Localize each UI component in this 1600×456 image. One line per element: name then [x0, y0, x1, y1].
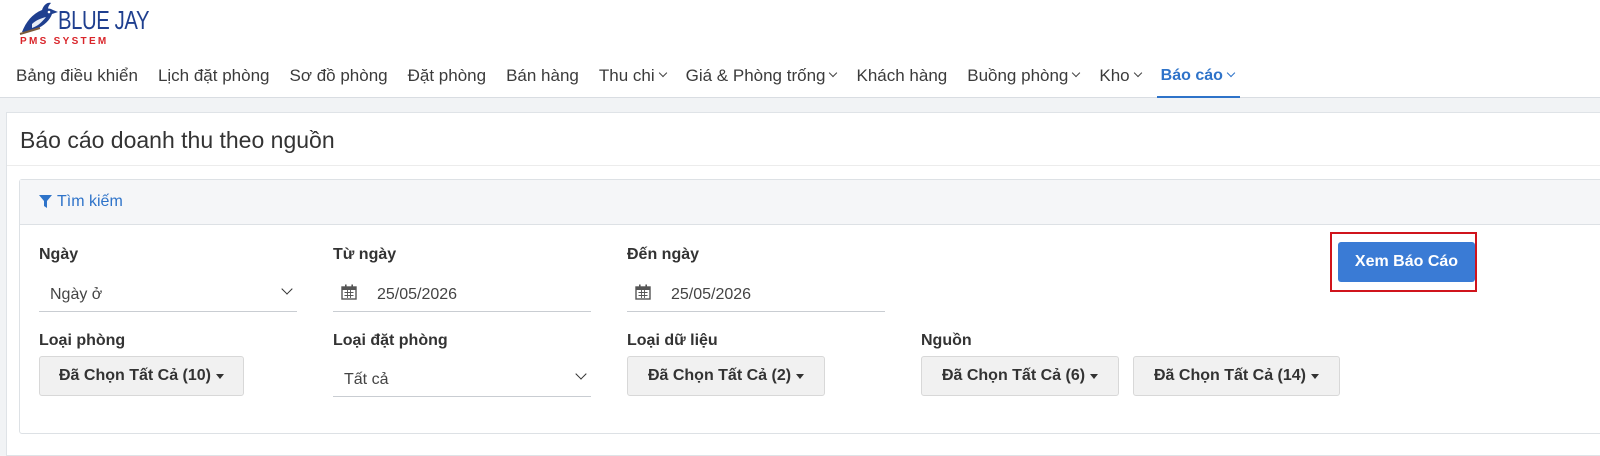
nav-item-rates-availability[interactable]: Giá & Phòng trống — [685, 56, 838, 96]
nav-item-reports[interactable]: Báo cáo — [1156, 56, 1241, 98]
source-label: Nguồn — [921, 332, 972, 349]
from-date-value: 25/05/2026 — [377, 286, 458, 303]
nav-label: Thu chi — [598, 66, 655, 85]
nav-label: Bán hàng — [506, 66, 579, 85]
chevron-down-icon — [829, 68, 838, 78]
nav-label: Sơ đồ phòng — [289, 66, 388, 85]
page-title: Báo cáo doanh thu theo nguồn — [20, 127, 335, 153]
chevron-down-icon — [658, 68, 667, 78]
calendar-icon — [635, 284, 651, 300]
nav-label: Giá & Phòng trống — [685, 66, 826, 85]
nav-item-dashboard[interactable]: Bảng điều khiển — [16, 56, 138, 96]
nav-label: Buồng phòng — [967, 66, 1069, 85]
from-date-input[interactable]: 25/05/2026 — [333, 276, 591, 312]
caret-down-icon — [1090, 373, 1099, 379]
search-panel: Tìm kiếm Ngày Ngày ở Từ ngày 25/05/2026 … — [19, 179, 1600, 434]
chevron-down-icon — [1226, 68, 1236, 78]
from-date-label: Từ ngày — [333, 246, 397, 263]
booking-type-label: Loại đặt phòng — [333, 332, 448, 349]
divider — [7, 165, 1600, 166]
chevron-down-icon — [575, 368, 587, 380]
data-type-multiselect[interactable]: Đã Chọn Tất Cả (2) — [627, 356, 825, 396]
search-panel-title: Tìm kiếm — [57, 193, 123, 210]
nav-label: Khách hàng — [856, 66, 948, 85]
to-date-label: Đến ngày — [627, 246, 700, 263]
logo[interactable]: BLUE JAY PMS SYSTEM — [18, 2, 150, 48]
booking-type-select[interactable]: Tất cả — [333, 361, 591, 397]
nav-label: Báo cáo — [1160, 67, 1223, 84]
date-type-label: Ngày — [39, 246, 79, 263]
to-date-value: 25/05/2026 — [671, 286, 752, 303]
main-nav: Bảng điều khiển Lịch đặt phòng Sơ đồ phò… — [16, 56, 1254, 98]
chevron-down-icon — [1133, 68, 1142, 78]
room-type-value: Đã Chọn Tất Cả (10) — [58, 367, 211, 384]
chevron-down-icon — [281, 283, 293, 295]
chevron-down-icon — [1072, 68, 1081, 78]
room-type-multiselect[interactable]: Đã Chọn Tất Cả (10) — [39, 356, 244, 396]
nav-label: Đặt phòng — [407, 66, 487, 85]
search-panel-header[interactable]: Tìm kiếm — [20, 180, 1600, 225]
nav-label: Lịch đặt phòng — [157, 66, 270, 85]
date-type-select[interactable]: Ngày ở — [39, 276, 297, 312]
source-detail-value: Đã Chọn Tất Cả (14) — [1153, 367, 1306, 384]
calendar-icon — [341, 284, 357, 300]
filter-icon — [39, 195, 52, 208]
blue-jay-bird-icon — [19, 2, 58, 35]
nav-label: Kho — [1099, 66, 1130, 85]
to-date-input[interactable]: 25/05/2026 — [627, 276, 885, 312]
source-detail-multiselect[interactable]: Đã Chọn Tất Cả (14) — [1133, 356, 1340, 396]
source-multiselect[interactable]: Đã Chọn Tất Cả (6) — [921, 356, 1119, 396]
view-report-button[interactable]: Xem Báo Cáo — [1338, 242, 1475, 282]
nav-item-sales[interactable]: Bán hàng — [506, 56, 579, 96]
nav-label: Bảng điều khiển — [16, 66, 138, 85]
booking-type-value: Tất cả — [344, 371, 389, 388]
date-type-value: Ngày ở — [50, 286, 103, 303]
nav-item-bookings[interactable]: Đặt phòng — [408, 56, 486, 96]
nav-item-inventory[interactable]: Kho — [1099, 56, 1142, 96]
nav-item-room-map[interactable]: Sơ đồ phòng — [289, 56, 387, 96]
logo-subtitle: PMS SYSTEM — [20, 36, 109, 47]
caret-down-icon — [216, 373, 224, 379]
source-value: Đã Chọn Tất Cả (6) — [941, 367, 1086, 384]
caret-down-icon — [1311, 373, 1319, 379]
caret-down-icon — [796, 373, 805, 379]
top-header: BLUE JAY PMS SYSTEM Bảng điều khiển Lịch… — [0, 0, 1600, 98]
nav-item-customers[interactable]: Khách hàng — [856, 56, 947, 96]
logo-text: BLUE JAY — [58, 5, 150, 35]
data-type-value: Đã Chọn Tất Cả (2) — [647, 367, 792, 384]
nav-item-booking-calendar[interactable]: Lịch đặt phòng — [158, 56, 270, 96]
room-type-label: Loại phòng — [39, 332, 126, 349]
data-type-label: Loại dữ liệu — [627, 332, 718, 349]
nav-item-income-expense[interactable]: Thu chi — [598, 56, 667, 96]
nav-item-housekeeping[interactable]: Buồng phòng — [967, 56, 1081, 96]
